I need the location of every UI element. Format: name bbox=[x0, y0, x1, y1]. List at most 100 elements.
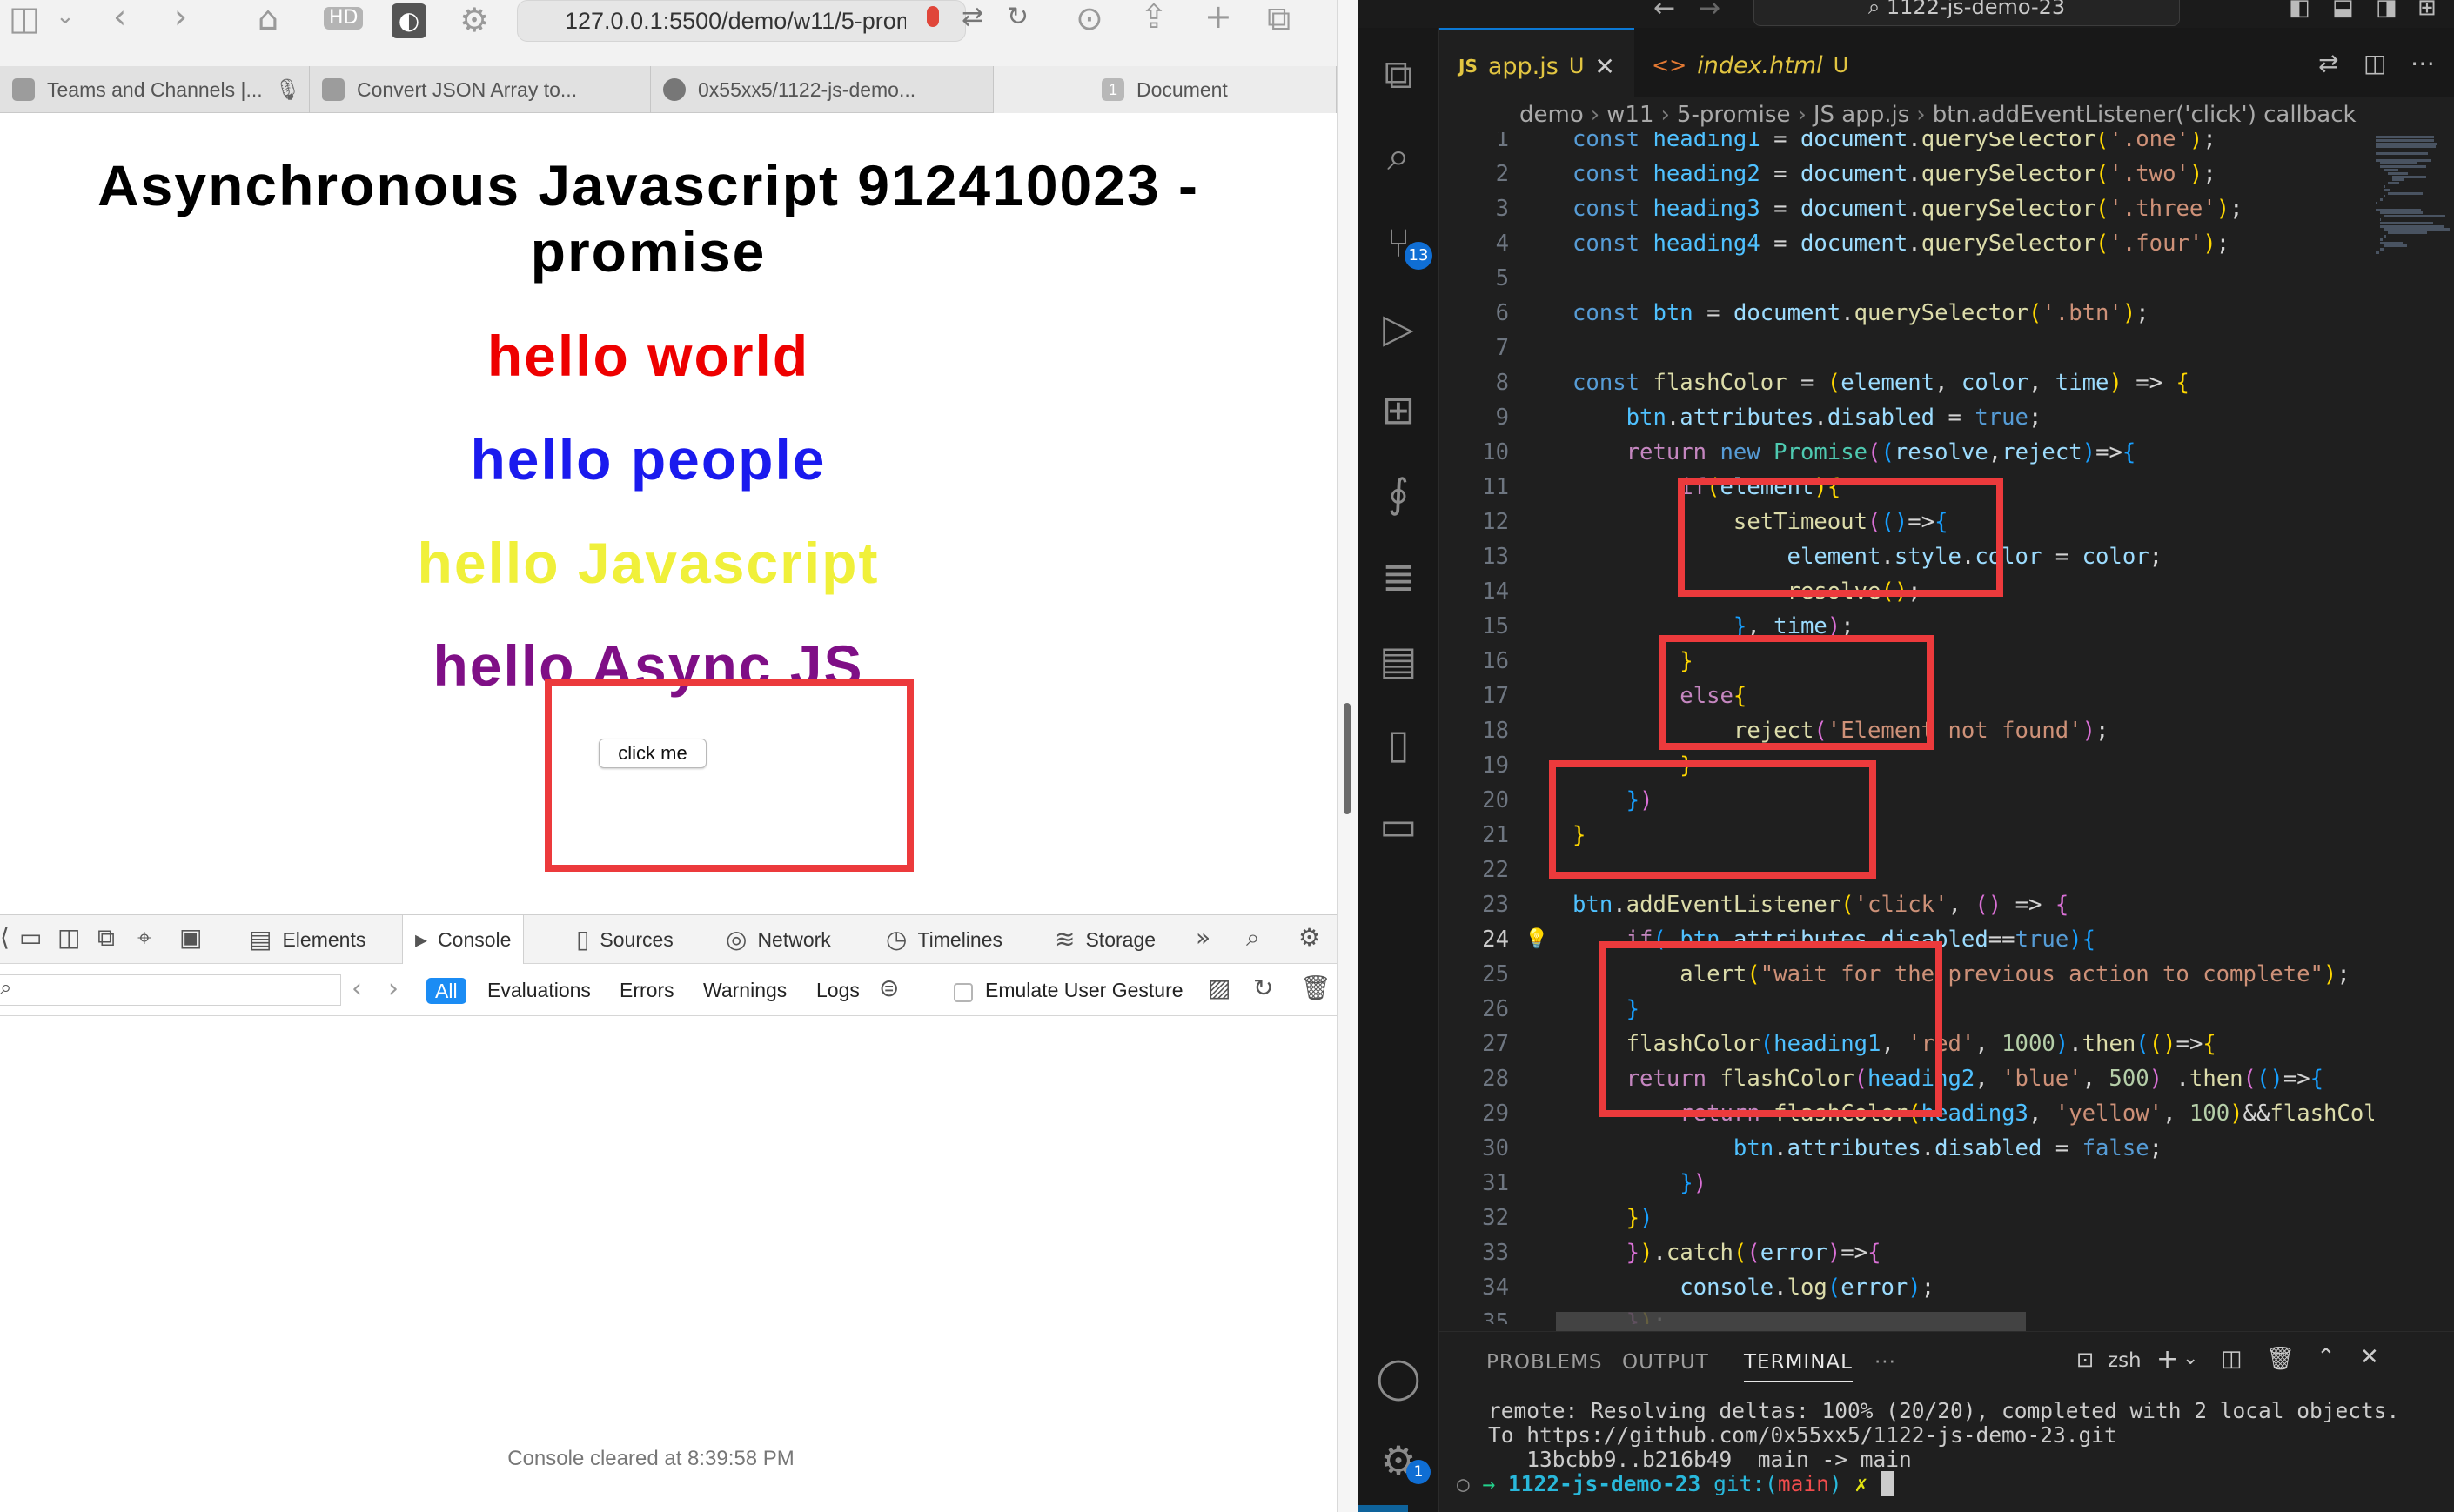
code-text[interactable]: const btn = document.querySelector('.btn… bbox=[1572, 298, 2149, 329]
lightbulb-icon[interactable]: 💡 bbox=[1525, 924, 1548, 955]
tab-storage[interactable]: ≋ Storage bbox=[1043, 915, 1168, 964]
code-text[interactable]: const heading2 = document.querySelector(… bbox=[1572, 158, 2216, 190]
code-editor[interactable]: 1 const heading1 = document.querySelector… bbox=[1439, 132, 2374, 1324]
breadcrumb-item[interactable]: btn.addEventListener('click') callback bbox=[1933, 102, 2357, 128]
browser-tab-document[interactable]: 1 Document bbox=[994, 66, 1337, 113]
close-icon[interactable]: ✕ bbox=[2360, 1344, 2379, 1370]
share-icon[interactable]: ⇪ bbox=[1140, 0, 1168, 33]
crosshair-icon[interactable]: ⌖ bbox=[137, 926, 151, 950]
console-filter-input[interactable]: ⌕ bbox=[0, 974, 341, 1006]
filter-options-icon[interactable]: ⊜ bbox=[879, 976, 899, 1000]
filter-warnings[interactable]: Warnings bbox=[703, 976, 787, 1004]
compare-changes-icon[interactable]: ⇄ bbox=[2318, 49, 2338, 77]
new-terminal-icon[interactable]: + bbox=[2156, 1344, 2178, 1375]
code-line[interactable]: 4 const heading4 = document.querySelector… bbox=[1439, 228, 2374, 259]
hd-extension-icon[interactable]: HD bbox=[324, 7, 364, 30]
code-text[interactable]: } bbox=[1572, 994, 1639, 1025]
code-text[interactable]: } bbox=[1572, 820, 1586, 851]
breadcrumb-item[interactable]: demo bbox=[1519, 102, 1584, 128]
code-line[interactable]: 33 }).catch((error)=>{ bbox=[1439, 1237, 2374, 1268]
microphone-icon[interactable] bbox=[927, 6, 939, 27]
extensions-icon[interactable]: ⊞ bbox=[1375, 386, 1422, 433]
code-line[interactable]: 25 alert("wait for the previous action t… bbox=[1439, 959, 2374, 990]
browser-tab-github[interactable]: 0x55xx5/1122-js-demo... bbox=[651, 66, 994, 113]
layout-sidebar-icon[interactable]: ◧ bbox=[2289, 0, 2310, 21]
filter-logs[interactable]: Logs bbox=[816, 976, 860, 1004]
dark-mode-extension-icon[interactable]: ◐ bbox=[392, 3, 426, 38]
code-text[interactable]: const heading3 = document.querySelector(… bbox=[1572, 193, 2243, 224]
code-text[interactable]: return new Promise((resolve,reject)=>{ bbox=[1572, 437, 2136, 468]
reload-icon[interactable]: ↻ bbox=[1007, 4, 1029, 30]
code-line[interactable]: 23 btn.addEventListener('click', () => { bbox=[1439, 889, 2374, 920]
tab-sources[interactable]: ▯ Sources bbox=[564, 915, 686, 964]
code-text[interactable]: } bbox=[1572, 750, 1693, 781]
code-text[interactable]: btn.addEventListener('click', () => { bbox=[1572, 889, 2068, 920]
code-line[interactable]: 22 bbox=[1439, 854, 2374, 886]
breadcrumb-item[interactable]: 5-promise bbox=[1677, 102, 1791, 128]
search-icon[interactable]: ⌕ bbox=[1246, 926, 1260, 950]
tab-elements[interactable]: ▤ Elements bbox=[237, 915, 378, 964]
code-text[interactable]: }).catch((error)=>{ bbox=[1572, 1237, 1881, 1268]
panel-more-icon[interactable]: ··· bbox=[1874, 1351, 1896, 1374]
sidebar-toggle-icon[interactable]: ◫ bbox=[9, 2, 40, 35]
code-line[interactable]: 17 else{ bbox=[1439, 680, 2374, 712]
panel-tab-problems[interactable]: PROBLEMS bbox=[1486, 1351, 1603, 1374]
tab-network[interactable]: ◎ Network bbox=[714, 915, 843, 964]
code-line[interactable]: 18 reject('Element not found'); bbox=[1439, 715, 2374, 746]
tab-overview-icon[interactable]: ⧉ bbox=[1267, 2, 1291, 35]
forward-icon[interactable]: → bbox=[1699, 0, 1720, 23]
code-text[interactable]: flashColor(heading1, 'red', 1000).then((… bbox=[1572, 1028, 2216, 1060]
code-line[interactable]: 8 const flashColor = (element, color, tim… bbox=[1439, 367, 2374, 398]
run-debug-icon[interactable]: ▷ bbox=[1375, 304, 1422, 351]
code-text[interactable]: if(element){ bbox=[1572, 472, 1840, 503]
code-line[interactable]: 20 }) bbox=[1439, 785, 2374, 816]
gear-icon[interactable]: ⚙ bbox=[1298, 926, 1320, 950]
code-line[interactable]: 16 } bbox=[1439, 646, 2374, 677]
editor-horizontal-scrollbar[interactable] bbox=[1556, 1312, 2026, 1331]
code-line[interactable]: 27 flashColor(heading1, 'red', 1000).the… bbox=[1439, 1028, 2374, 1060]
new-tab-icon[interactable]: + bbox=[1204, 0, 1232, 33]
more-actions-icon[interactable]: ⋯ bbox=[2410, 49, 2435, 77]
close-icon[interactable]: ✕ bbox=[1594, 52, 1614, 81]
minimap[interactable] bbox=[2376, 132, 2454, 254]
back-icon[interactable]: ‹ bbox=[113, 0, 126, 33]
code-line[interactable]: 28 return flashColor(heading2, 'blue', 5… bbox=[1439, 1063, 2374, 1094]
panel-tab-terminal[interactable]: TERMINAL bbox=[1744, 1351, 1853, 1382]
docker-icon[interactable]: ≣ bbox=[1375, 553, 1422, 600]
filter-evaluations[interactable]: Evaluations bbox=[487, 976, 591, 1004]
code-text[interactable]: console.log(error); bbox=[1572, 1272, 1934, 1303]
code-text[interactable]: const heading1 = document.querySelector(… bbox=[1572, 132, 2216, 155]
code-line[interactable]: 6 const btn = document.querySelector('.bt… bbox=[1439, 298, 2374, 329]
address-bar[interactable]: 127.0.0.1:5500/demo/w11/5-promise/index.… bbox=[517, 0, 1029, 42]
chevron-down-icon[interactable]: ⌄ bbox=[2182, 1348, 2198, 1369]
remote-status-indicator[interactable] bbox=[1358, 1505, 1408, 1512]
filter-errors[interactable]: Errors bbox=[620, 976, 674, 1004]
code-text[interactable]: } bbox=[1572, 646, 1693, 677]
code-line[interactable]: 29 return flashColor(heading3, 'yellow',… bbox=[1439, 1098, 2374, 1129]
chat-icon[interactable]: ▭ bbox=[1375, 802, 1422, 849]
code-line[interactable]: 9 btn.attributes.disabled = true; bbox=[1439, 402, 2374, 433]
search-icon[interactable]: ⌕ bbox=[1375, 132, 1422, 179]
screen-icon[interactable]: ▣ bbox=[179, 926, 202, 950]
code-line[interactable]: 13 element.style.color = color; bbox=[1439, 541, 2374, 572]
emulate-gesture-checkbox[interactable] bbox=[954, 983, 973, 1002]
back-icon[interactable]: ← bbox=[1653, 0, 1675, 23]
layout-panel-icon[interactable]: ⬓ bbox=[2332, 0, 2354, 21]
click-me-button[interactable]: click me bbox=[599, 739, 707, 768]
splitter-handle[interactable] bbox=[1344, 703, 1351, 814]
translate-icon[interactable]: ⇄ bbox=[962, 4, 983, 30]
code-text[interactable]: setTimeout(()=>{ bbox=[1572, 506, 1948, 538]
code-line[interactable]: 7 bbox=[1439, 332, 2374, 364]
code-line[interactable]: 11 if(element){ bbox=[1439, 472, 2374, 503]
more-tabs-icon[interactable]: » bbox=[1196, 926, 1210, 950]
code-line[interactable]: 24 if( btn.attributes.disabled==true){💡 bbox=[1439, 924, 2374, 955]
terminal-shell-name[interactable]: zsh bbox=[2108, 1349, 2142, 1372]
code-line[interactable]: 26 } bbox=[1439, 994, 2374, 1025]
next-icon[interactable]: › bbox=[388, 976, 399, 1002]
panel-tab-output[interactable]: OUTPUT bbox=[1622, 1351, 1709, 1374]
maximize-panel-icon[interactable]: ⌃ bbox=[2317, 1344, 2336, 1370]
tab-timelines[interactable]: ◷ Timelines bbox=[874, 915, 1015, 964]
code-text[interactable]: alert("wait for the previous action to c… bbox=[1572, 959, 2350, 990]
code-line[interactable]: 10 return new Promise((resolve,reject)=>… bbox=[1439, 437, 2374, 468]
code-text[interactable]: }) bbox=[1572, 1167, 1706, 1199]
